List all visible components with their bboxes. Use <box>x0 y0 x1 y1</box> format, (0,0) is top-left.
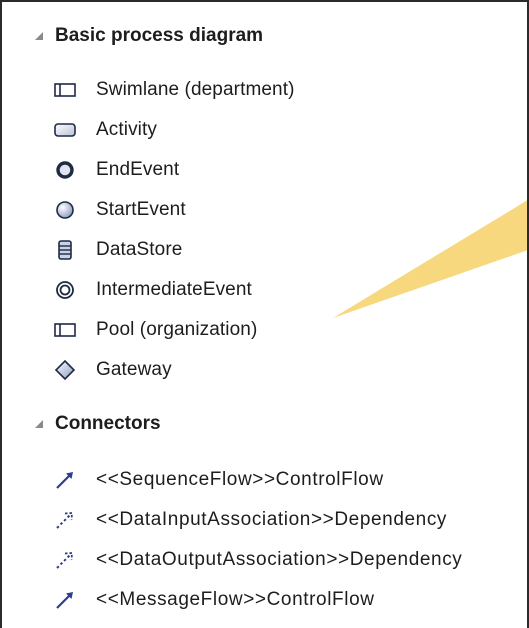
dependency-arrow-icon <box>54 549 76 571</box>
item-label: <<DataOutputAssociation>>Dependency <box>96 549 463 570</box>
item-label: <<MessageFlow>>ControlFlow <box>96 589 375 610</box>
toolbox-item-data-output-association[interactable]: <<DataOutputAssociation>>Dependency <box>54 547 462 573</box>
activity-icon <box>54 119 76 141</box>
item-label: <<DataInputAssociation>>Dependency <box>96 509 448 530</box>
section-title: Connectors <box>55 413 161 434</box>
section-header-connectors[interactable]: Connectors <box>32 412 161 436</box>
section-header-basic-process[interactable]: Basic process diagram <box>32 24 263 48</box>
section-title: Basic process diagram <box>55 25 264 46</box>
item-label: DataStore <box>96 239 183 260</box>
control-flow-arrow-icon <box>54 589 76 611</box>
item-label: Activity <box>96 119 157 140</box>
swimlane-icon <box>54 79 76 101</box>
item-label: StartEvent <box>96 199 186 220</box>
toolbox-item-activity[interactable]: Activity <box>54 117 157 143</box>
toolbox-item-message-flow[interactable]: <<MessageFlow>>ControlFlow <box>54 587 375 613</box>
collapse-triangle-icon[interactable] <box>32 417 46 431</box>
control-flow-arrow-icon <box>54 469 76 491</box>
datastore-icon <box>54 239 76 261</box>
item-label: Swimlane (department) <box>96 79 295 100</box>
toolbox-item-gateway[interactable]: Gateway <box>54 357 172 383</box>
item-label: Pool (organization) <box>96 319 258 340</box>
toolbox-item-swimlane[interactable]: Swimlane (department) <box>54 77 295 103</box>
gateway-icon <box>54 359 76 381</box>
toolbox-item-start-event[interactable]: StartEvent <box>54 197 186 223</box>
intermediate-event-icon <box>54 279 76 301</box>
item-label: IntermediateEvent <box>96 279 252 300</box>
item-label: EndEvent <box>96 159 180 180</box>
start-event-icon <box>54 199 76 221</box>
dependency-arrow-icon <box>54 509 76 531</box>
toolbox-item-datastore[interactable]: DataStore <box>54 237 182 263</box>
collapse-triangle-icon[interactable] <box>32 29 46 43</box>
toolbox-item-pool[interactable]: Pool (organization) <box>54 317 257 343</box>
toolbox-item-intermediate-event[interactable]: IntermediateEvent <box>54 277 252 303</box>
toolbox-item-end-event[interactable]: EndEvent <box>54 157 179 183</box>
toolbox-item-data-input-association[interactable]: <<DataInputAssociation>>Dependency <box>54 507 447 533</box>
end-event-icon <box>54 159 76 181</box>
toolbox-panel: Basic process diagram Swimlane (departme… <box>0 0 529 628</box>
pool-icon <box>54 319 76 341</box>
item-label: Gateway <box>96 359 172 380</box>
toolbox-item-sequence-flow[interactable]: <<SequenceFlow>>ControlFlow <box>54 467 384 493</box>
item-label: <<SequenceFlow>>ControlFlow <box>96 469 384 490</box>
